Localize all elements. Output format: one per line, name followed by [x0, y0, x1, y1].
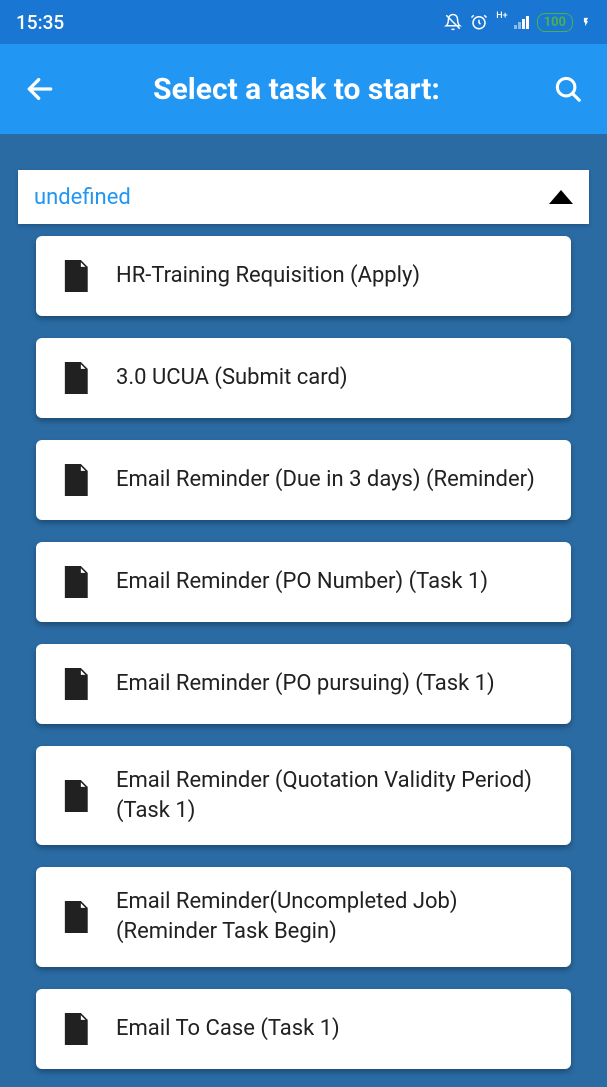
task-label: Email Reminder(Uncompleted Job) (Reminde…: [116, 887, 547, 946]
app-bar: Select a task to start:: [0, 44, 607, 134]
search-button[interactable]: [553, 74, 583, 104]
task-item[interactable]: Email Reminder (Quotation Validity Perio…: [36, 746, 571, 845]
task-item[interactable]: Email Reminder(Uncompleted Job) (Reminde…: [36, 867, 571, 966]
status-bar: 15:35 H+ 100: [0, 0, 607, 44]
category-dropdown[interactable]: undefined: [18, 170, 589, 224]
task-item[interactable]: 3.0 UCUA (Submit card): [36, 338, 571, 418]
content-area: undefined HR-Training Requisition (Apply…: [0, 134, 607, 1087]
task-label: 3.0 UCUA (Submit card): [116, 363, 348, 393]
network-type: H+: [496, 11, 507, 21]
task-label: HR-Training Requisition (Apply): [116, 261, 420, 291]
document-icon: [60, 362, 88, 394]
task-label: Email Reminder (PO pursuing) (Task 1): [116, 669, 495, 699]
back-button[interactable]: [24, 73, 56, 105]
task-item[interactable]: HR-Training Requisition (Apply): [36, 236, 571, 316]
page-title: Select a task to start:: [64, 72, 529, 107]
document-icon: [60, 668, 88, 700]
task-item[interactable]: Email To Case (Task 1): [36, 989, 571, 1069]
task-list: HR-Training Requisition (Apply) 3.0 UCUA…: [18, 224, 589, 1069]
document-icon: [60, 464, 88, 496]
charging-icon: [581, 14, 591, 30]
status-right: H+ 100: [444, 11, 591, 33]
dropdown-value: undefined: [34, 185, 131, 210]
task-label: Email Reminder (PO Number) (Task 1): [116, 567, 488, 597]
task-item[interactable]: Email Reminder (PO pursuing) (Task 1): [36, 644, 571, 724]
status-time: 15:35: [16, 11, 64, 34]
task-item[interactable]: Email Reminder (PO Number) (Task 1): [36, 542, 571, 622]
alarm-icon: [470, 13, 488, 31]
battery-indicator: 100: [537, 13, 573, 32]
task-label: Email Reminder (Due in 3 days) (Reminder…: [116, 465, 535, 495]
document-icon: [60, 260, 88, 292]
document-icon: [60, 780, 88, 812]
task-label: Email Reminder (Quotation Validity Perio…: [116, 766, 547, 825]
task-item[interactable]: Email Reminder (Due in 3 days) (Reminder…: [36, 440, 571, 520]
chevron-up-icon: [549, 190, 573, 204]
document-icon: [60, 566, 88, 598]
task-label: Email To Case (Task 1): [116, 1014, 340, 1044]
document-icon: [60, 1013, 88, 1045]
dnd-icon: [444, 13, 462, 31]
document-icon: [60, 901, 88, 933]
signal-icon: [514, 15, 529, 29]
